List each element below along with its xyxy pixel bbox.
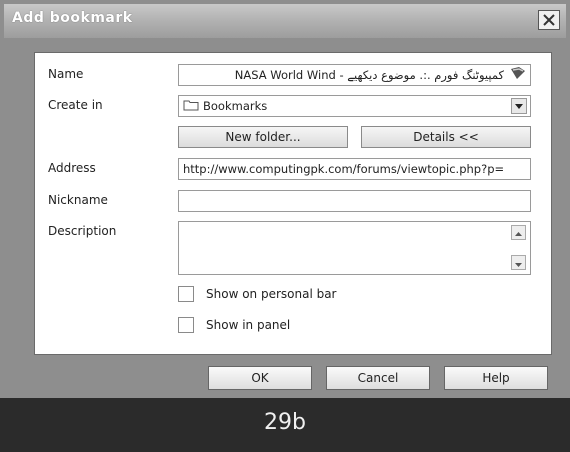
dialog-title: Add bookmark <box>12 10 133 26</box>
scroll-down-button[interactable] <box>511 255 526 270</box>
create-in-select[interactable]: Bookmarks <box>178 95 531 117</box>
name-value: کمپیوٹنگ فورم .:. موضوع دیکھیے - NASA Wo… <box>234 68 504 82</box>
chevron-up-icon <box>515 232 522 236</box>
add-bookmark-dialog: Add bookmark Name کمپیوٹنگ فورم .:. موضو… <box>0 0 570 452</box>
name-label: Name <box>48 67 84 81</box>
ok-button[interactable]: OK <box>208 366 312 390</box>
show-personal-bar-checkbox[interactable] <box>178 286 194 302</box>
scroll-up-button[interactable] <box>511 225 526 240</box>
figure-caption: 29b <box>264 410 306 435</box>
close-button[interactable] <box>538 10 560 30</box>
chevron-down-icon <box>515 263 522 267</box>
show-in-panel-label: Show in panel <box>206 318 291 332</box>
create-in-dropdown-button[interactable] <box>511 98 527 114</box>
button-bar: OK Cancel Help <box>4 360 566 398</box>
description-label: Description <box>48 224 117 238</box>
create-in-value: Bookmarks <box>203 99 268 113</box>
nickname-label: Nickname <box>48 193 108 207</box>
name-field[interactable]: کمپیوٹنگ فورم .:. موضوع دیکھیے - NASA Wo… <box>178 64 531 86</box>
address-field[interactable]: http://www.computingpk.com/forums/viewto… <box>178 158 531 180</box>
address-label: Address <box>48 161 96 175</box>
nickname-field[interactable] <box>178 190 531 212</box>
new-folder-button[interactable]: New folder... <box>178 126 348 148</box>
details-button[interactable]: Details << <box>361 126 531 148</box>
caption-bar: 29b <box>0 398 570 452</box>
create-in-label: Create in <box>48 98 103 112</box>
form-panel: Name کمپیوٹنگ فورم .:. موضوع دیکھیے - NA… <box>34 52 552 355</box>
show-in-panel-checkbox[interactable] <box>178 317 194 333</box>
title-bar: Add bookmark <box>4 4 566 38</box>
chevron-down-icon <box>515 104 523 109</box>
help-button[interactable]: Help <box>444 366 548 390</box>
show-personal-bar-label: Show on personal bar <box>206 287 337 301</box>
cancel-button[interactable]: Cancel <box>326 366 430 390</box>
folder-icon <box>183 97 199 117</box>
page-icon <box>510 66 526 86</box>
description-field[interactable] <box>178 221 531 275</box>
close-icon <box>543 14 555 26</box>
